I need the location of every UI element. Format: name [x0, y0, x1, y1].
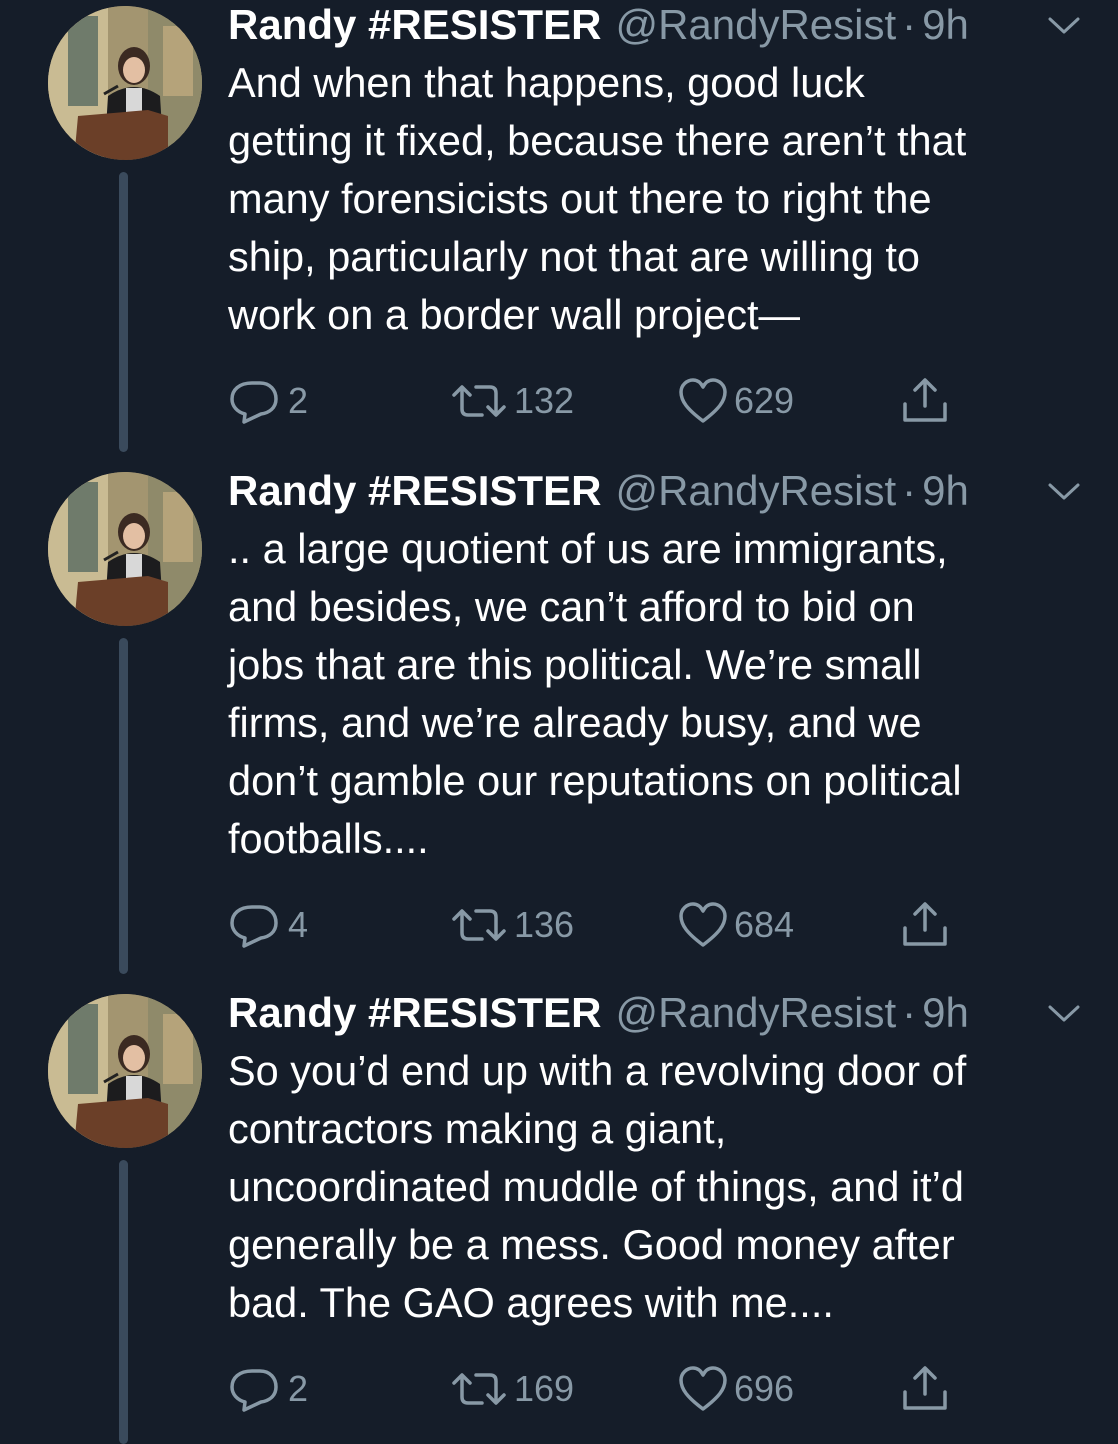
like-count: 629: [734, 380, 795, 421]
tweet-text-line: don’t gamble our reputations on politica…: [228, 757, 962, 804]
share-icon: [903, 902, 947, 946]
heart-icon: [679, 1366, 727, 1411]
avatar[interactable]: [48, 472, 202, 626]
tweet-text-line: ship, particularly not that are willing …: [228, 233, 921, 280]
retweet-count: 132: [514, 380, 575, 421]
retweet-icon: [452, 385, 506, 417]
reply-button[interactable]: 2: [228, 376, 308, 426]
avatar[interactable]: [48, 994, 202, 1148]
reply-count: 2: [288, 1368, 309, 1409]
tweet-text-line: jobs that are this political. We’re smal…: [228, 641, 922, 688]
avatar-photo: [48, 994, 202, 1148]
timestamp[interactable]: 9h: [922, 988, 969, 1038]
tweet-text-line: So you’d end up with a revolving door of: [228, 1047, 967, 1094]
tweet-text-line: .. a large quotient of us are immigrants…: [228, 525, 948, 572]
chevron-down-icon[interactable]: [1044, 480, 1084, 504]
display-name[interactable]: Randy #RESISTER: [228, 466, 601, 516]
tweet-3[interactable]: Randy #RESISTER @RandyResist · 9h So you…: [0, 988, 1118, 1444]
tweet-text-line: And when that happens, good luck: [228, 59, 865, 106]
tweet-text-line: footballs....: [228, 815, 429, 862]
thread-line: [119, 1160, 128, 1444]
heart-icon: [679, 902, 727, 947]
chevron-down-icon[interactable]: [1044, 14, 1084, 38]
share-button[interactable]: [900, 376, 956, 426]
like-button[interactable]: 629: [678, 376, 794, 426]
avatar-photo: [48, 6, 202, 160]
timestamp[interactable]: 9h: [922, 466, 969, 516]
share-icon: [903, 378, 947, 422]
heart-icon: [679, 378, 727, 423]
tweet-header: Randy #RESISTER @RandyResist · 9h: [228, 466, 969, 516]
retweet-button[interactable]: 136: [450, 900, 574, 950]
tweet-text-line: generally be a mess. Good money after: [228, 1221, 955, 1268]
share-button[interactable]: [900, 1364, 956, 1414]
tweet-actions: 4 136 684: [228, 900, 988, 950]
retweet-icon: [452, 1373, 506, 1405]
tweet-actions: 2 169 696: [228, 1364, 988, 1414]
tweet-2[interactable]: Randy #RESISTER @RandyResist · 9h .. a l…: [0, 466, 1118, 981]
tweet-actions: 2 132 629: [228, 376, 988, 426]
avatar-photo: [48, 472, 202, 626]
reply-icon: [230, 905, 278, 948]
avatar[interactable]: [48, 6, 202, 160]
separator: ·: [902, 467, 917, 514]
display-name[interactable]: Randy #RESISTER: [228, 0, 601, 50]
reply-icon: [230, 381, 278, 424]
like-count: 696: [734, 1368, 795, 1409]
separator: ·: [902, 1, 917, 48]
display-name[interactable]: Randy #RESISTER: [228, 988, 601, 1038]
reply-count: 4: [288, 904, 309, 945]
thread-line: [119, 172, 128, 452]
retweet-count: 169: [514, 1368, 575, 1409]
tweet-text-line: getting it fixed, because there aren’t t…: [228, 117, 967, 164]
reply-button[interactable]: 4: [228, 900, 308, 950]
tweet-text: .. a large quotient of us are immigrants…: [228, 520, 1088, 868]
tweet-header: Randy #RESISTER @RandyResist · 9h: [228, 988, 969, 1038]
reply-count: 2: [288, 380, 309, 421]
tweet-text-line: bad. The GAO agrees with me....: [228, 1279, 834, 1326]
tweet-text: So you’d end up with a revolving door of…: [228, 1042, 1088, 1332]
tweet-1[interactable]: Randy #RESISTER @RandyResist · 9h And wh…: [0, 0, 1118, 460]
timestamp[interactable]: 9h: [922, 0, 969, 50]
reply-button[interactable]: 2: [228, 1364, 308, 1414]
retweet-button[interactable]: 132: [450, 376, 574, 426]
tweet-text-line: many forensicists out there to right the: [228, 175, 932, 222]
tweet-text-line: and besides, we can’t afford to bid on: [228, 583, 915, 630]
like-button[interactable]: 684: [678, 900, 794, 950]
tweet-text-line: contractors making a giant,: [228, 1105, 727, 1152]
tweet-text-line: uncoordinated muddle of things, and it’d: [228, 1163, 964, 1210]
username[interactable]: @RandyResist: [615, 0, 896, 50]
username[interactable]: @RandyResist: [615, 466, 896, 516]
thread-line: [119, 638, 128, 974]
share-icon: [903, 1366, 947, 1410]
username[interactable]: @RandyResist: [615, 988, 896, 1038]
retweet-count: 136: [514, 904, 575, 945]
reply-icon: [230, 1369, 278, 1412]
separator: ·: [902, 989, 917, 1036]
retweet-button[interactable]: 169: [450, 1364, 574, 1414]
retweet-icon: [452, 909, 506, 941]
share-button[interactable]: [900, 900, 956, 950]
tweet-text-line: work on a border wall project—: [228, 291, 801, 338]
tweet-text: And when that happens, good luck getting…: [228, 54, 1088, 344]
tweet-header: Randy #RESISTER @RandyResist · 9h: [228, 0, 969, 50]
like-count: 684: [734, 904, 795, 945]
tweet-text-line: firms, and we’re already busy, and we: [228, 699, 922, 746]
like-button[interactable]: 696: [678, 1364, 794, 1414]
chevron-down-icon[interactable]: [1044, 1002, 1084, 1026]
